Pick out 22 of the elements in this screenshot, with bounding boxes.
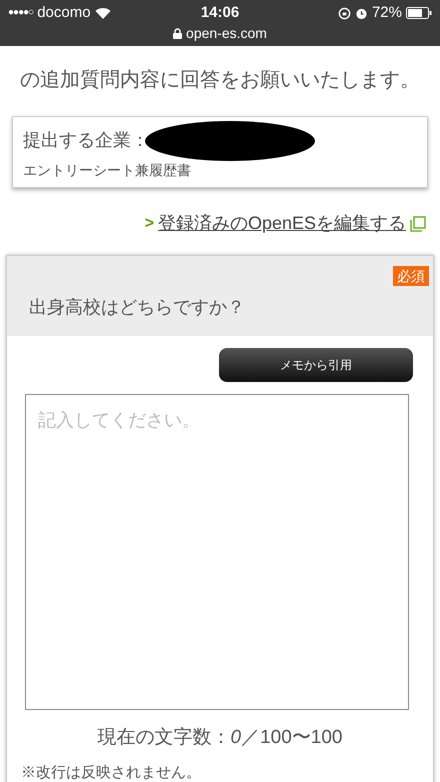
wifi-icon: [94, 7, 111, 19]
document-type: エントリーシート兼履歴書: [23, 161, 192, 180]
carrier-name: docomo: [37, 3, 91, 23]
answer-field[interactable]: 記入してください。: [25, 394, 409, 710]
question-title: 出身高校はどちらですか？: [29, 297, 245, 317]
required-badge: 必須: [393, 266, 429, 286]
signal-strength: ●●●●○: [8, 6, 34, 20]
company-label: 提出する企業：: [23, 129, 149, 152]
note-text: ※改行は反映されません。: [21, 762, 202, 782]
character-count: 現在の文字数：0／100〜100: [96, 726, 344, 750]
external-window-icon: [410, 216, 426, 232]
chevron-icon: >: [144, 212, 154, 236]
clock: 14:06: [200, 3, 240, 23]
edit-openes-link[interactable]: 登録済みのOpenESを編集する: [158, 210, 406, 237]
intro-text: の追加質問内容に回答をお願いいたします。: [20, 68, 420, 93]
alarm-clock-icon: [354, 6, 368, 20]
rotation-lock-icon: [338, 6, 351, 20]
battery-icon: [406, 7, 432, 19]
lock-icon: [173, 28, 182, 38]
battery-percentage: 72%: [372, 3, 402, 23]
quote-from-memo-button[interactable]: メモから引用: [219, 348, 413, 382]
page-url: open-es.com: [186, 24, 267, 43]
